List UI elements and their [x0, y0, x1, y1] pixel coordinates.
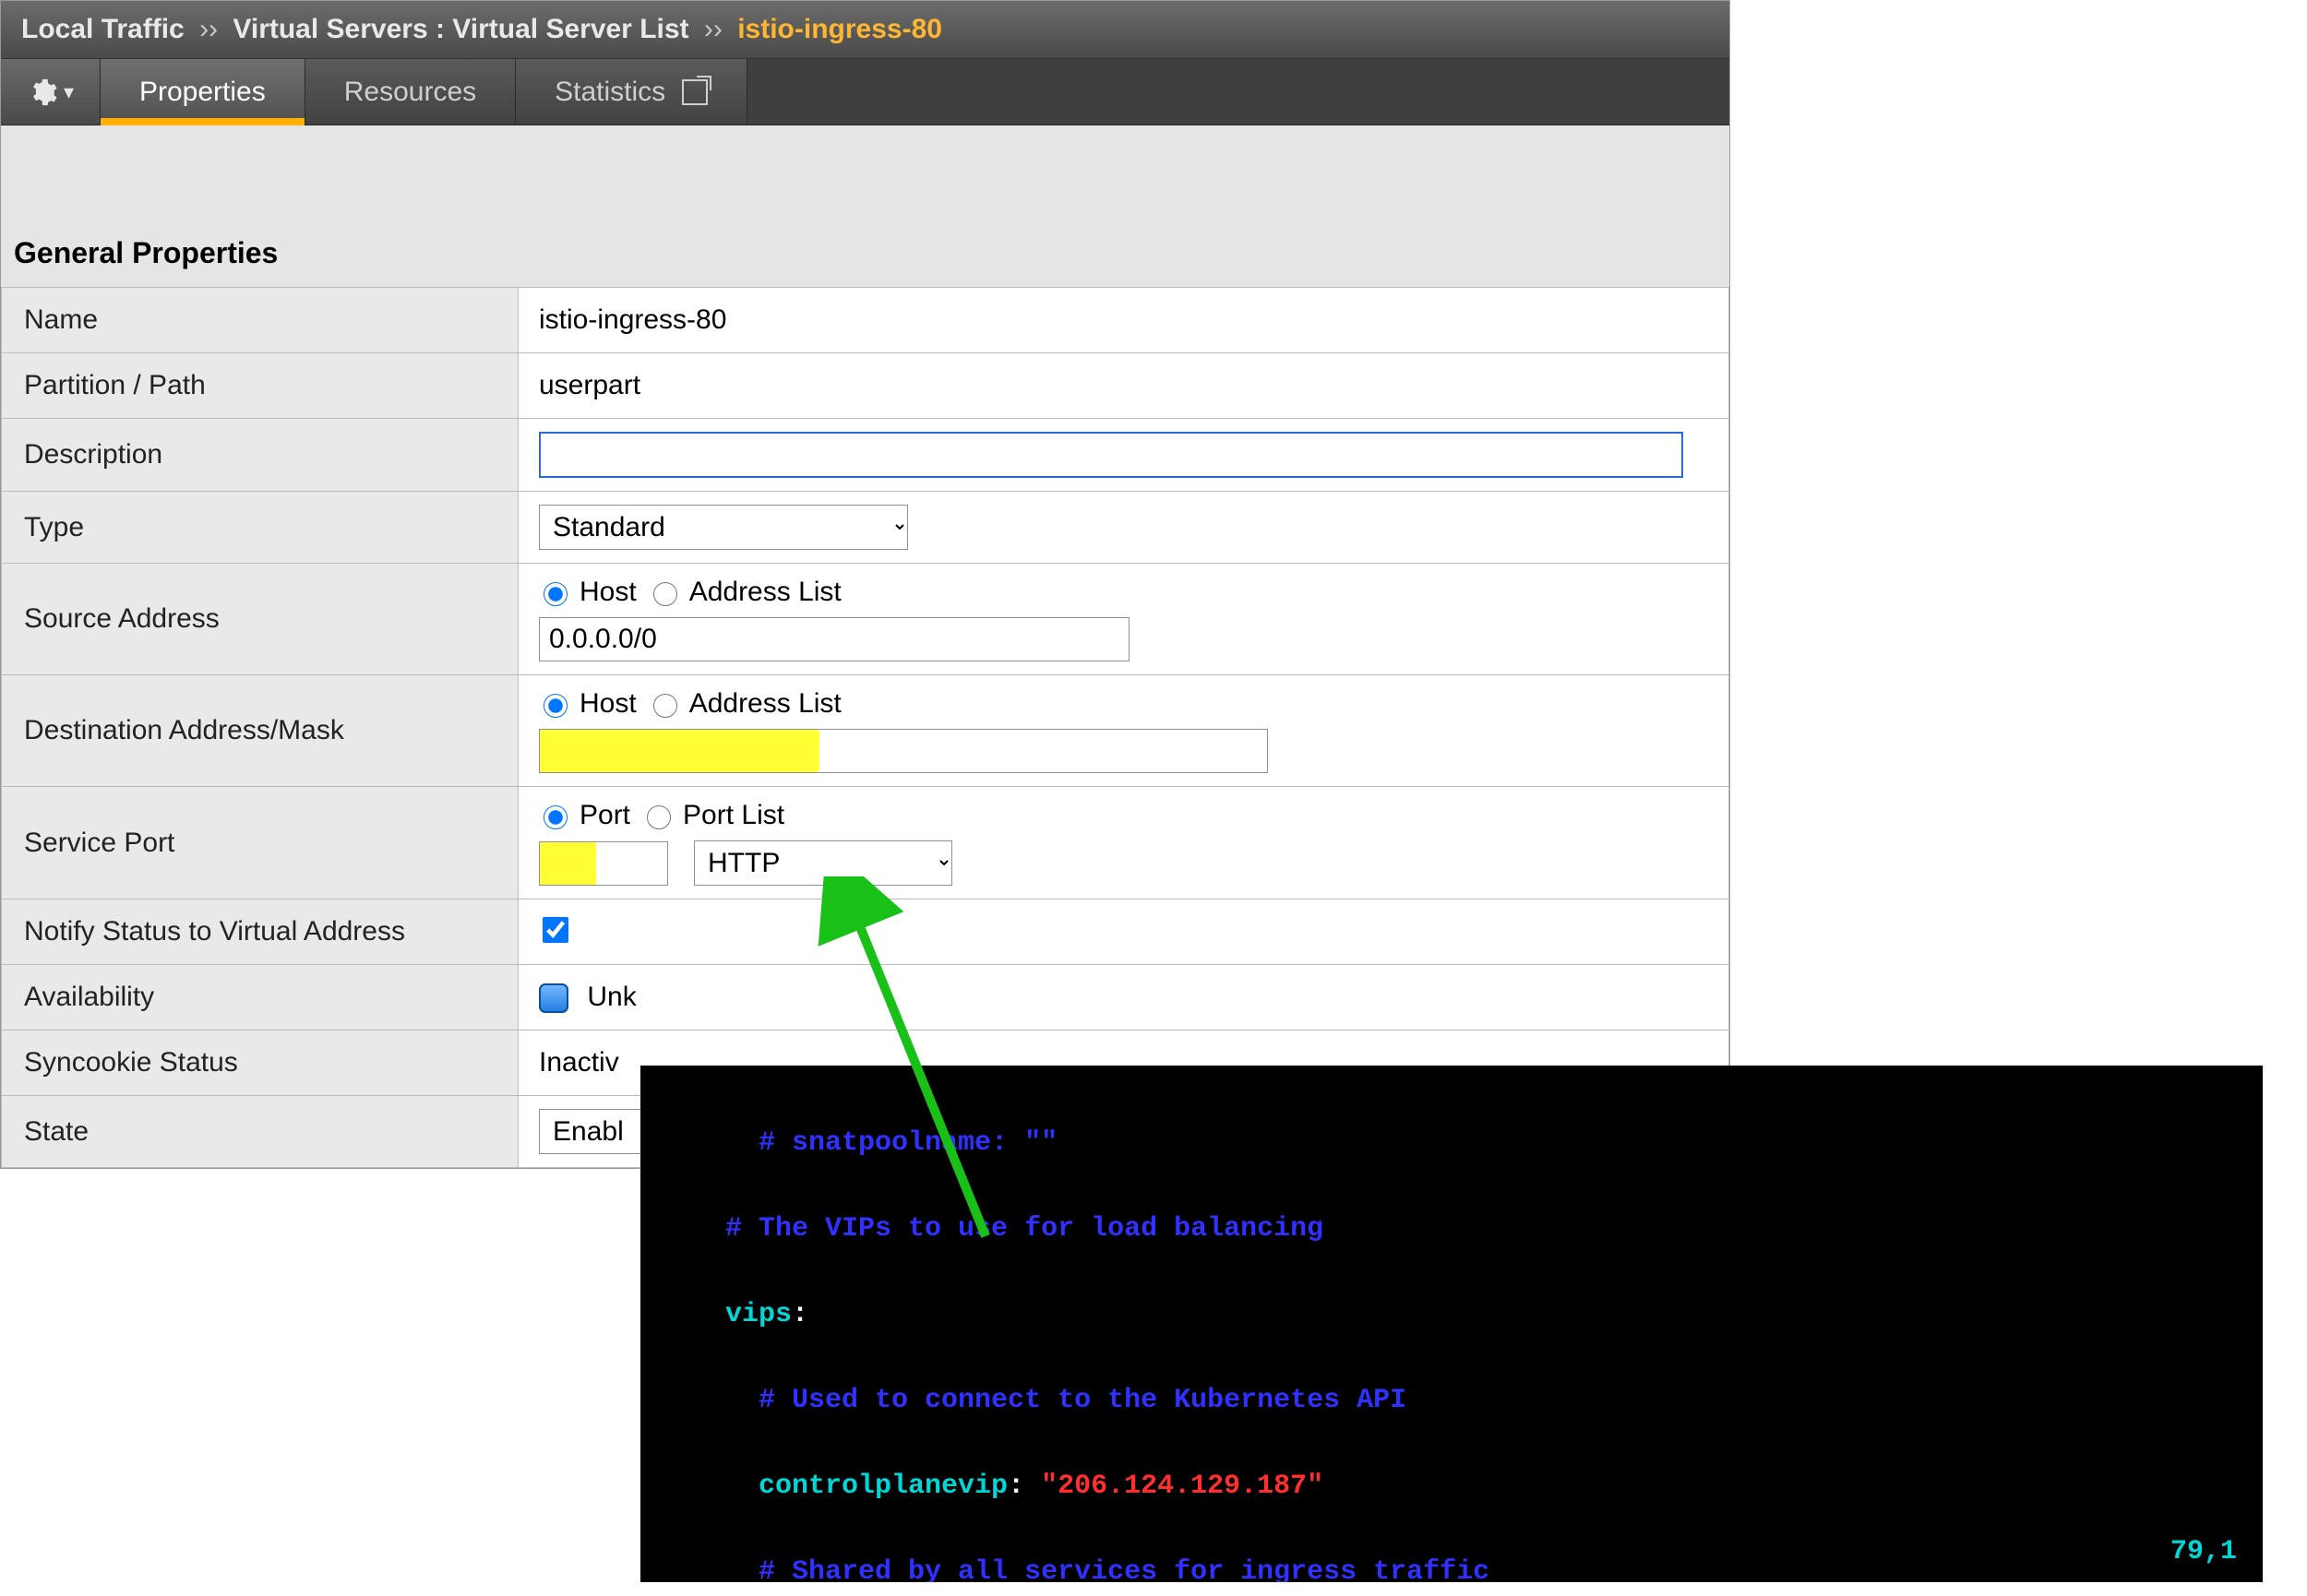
row-label-description: Description	[2, 419, 519, 492]
radio-label-address-list: Address List	[689, 577, 842, 608]
row-label-state: State	[2, 1096, 519, 1168]
radio-label-host: Host	[580, 688, 637, 720]
syncookie-value: Inactiv	[539, 1047, 619, 1078]
term-val: "206.124.129.187"	[1041, 1471, 1323, 1502]
tab-properties[interactable]: Properties	[101, 59, 305, 125]
tab-label: Properties	[139, 77, 266, 108]
properties-table: Name istio-ingress-80 Partition / Path u…	[1, 287, 1729, 1168]
term-line: # Shared by all services for ingress tra…	[659, 1551, 2244, 1583]
radio-label-port: Port	[580, 800, 630, 831]
tab-strip: ▾ Properties Resources Statistics	[1, 59, 1729, 125]
term-sep: :	[1008, 1471, 1041, 1502]
source-host-radio[interactable]	[544, 582, 568, 606]
row-label-syncookie: Syncookie Status	[2, 1030, 519, 1096]
term-line: # The VIPs to use for load balancing	[659, 1208, 2244, 1251]
tab-label: Statistics	[555, 77, 665, 108]
breadcrumb-current: istio-ingress-80	[737, 14, 942, 44]
settings-menu-button[interactable]: ▾	[1, 59, 101, 125]
tab-statistics[interactable]: Statistics	[516, 59, 747, 125]
radio-label-host: Host	[580, 577, 637, 608]
source-list-radio[interactable]	[653, 582, 677, 606]
availability-value: Unk	[587, 982, 636, 1012]
dest-host-radio[interactable]	[544, 694, 568, 718]
section-heading: General Properties	[1, 236, 1729, 287]
row-label-name: Name	[2, 288, 519, 353]
row-label-availability: Availability	[2, 965, 519, 1030]
type-select[interactable]: Standard	[539, 505, 908, 550]
dest-list-radio[interactable]	[653, 694, 677, 718]
row-label-source-address: Source Address	[2, 564, 519, 675]
term-cursor-pos: 79,1	[2170, 1530, 2237, 1574]
config-panel: Local Traffic ›› Virtual Servers : Virtu…	[0, 0, 1730, 1169]
content-area: General Properties Name istio-ingress-80…	[1, 125, 1729, 1168]
row-label-destination-address: Destination Address/Mask	[2, 675, 519, 787]
breadcrumb: Local Traffic ›› Virtual Servers : Virtu…	[1, 1, 1729, 59]
terminal-overlay: # snatpoolname: "" # The VIPs to use for…	[640, 1066, 2263, 1582]
row-label-type: Type	[2, 492, 519, 564]
status-dot-icon	[539, 983, 568, 1013]
row-label-partition: Partition / Path	[2, 353, 519, 419]
tab-resources[interactable]: Resources	[305, 59, 516, 125]
term-colon: :	[792, 1299, 808, 1330]
source-address-input[interactable]	[539, 617, 1130, 661]
term-line: # snatpoolname: ""	[659, 1122, 2244, 1165]
partition-value: userpart	[539, 370, 640, 400]
term-line: # Used to connect to the Kubernetes API	[659, 1379, 2244, 1423]
service-protocol-select[interactable]: HTTP	[694, 840, 952, 886]
radio-label-address-list: Address List	[689, 688, 842, 720]
notify-checkbox[interactable]	[543, 917, 568, 943]
row-label-service-port: Service Port	[2, 787, 519, 899]
breadcrumb-sep-icon: ››	[697, 14, 730, 44]
row-label-notify: Notify Status to Virtual Address	[2, 899, 519, 965]
name-value: istio-ingress-80	[539, 304, 726, 335]
breadcrumb-sep-icon: ››	[192, 14, 225, 44]
term-key: vips	[659, 1299, 792, 1330]
term-key: controlplanevip	[659, 1471, 1008, 1502]
breadcrumb-section[interactable]: Virtual Servers : Virtual Server List	[233, 14, 688, 44]
breadcrumb-root[interactable]: Local Traffic	[21, 14, 185, 44]
tab-label: Resources	[344, 77, 476, 108]
description-input[interactable]	[539, 432, 1683, 478]
gear-icon	[27, 77, 58, 108]
portlist-radio[interactable]	[647, 805, 671, 829]
dropdown-caret-icon: ▾	[64, 80, 74, 104]
radio-label-port-list: Port List	[683, 800, 784, 831]
popout-icon	[682, 79, 708, 105]
port-radio[interactable]	[544, 805, 568, 829]
